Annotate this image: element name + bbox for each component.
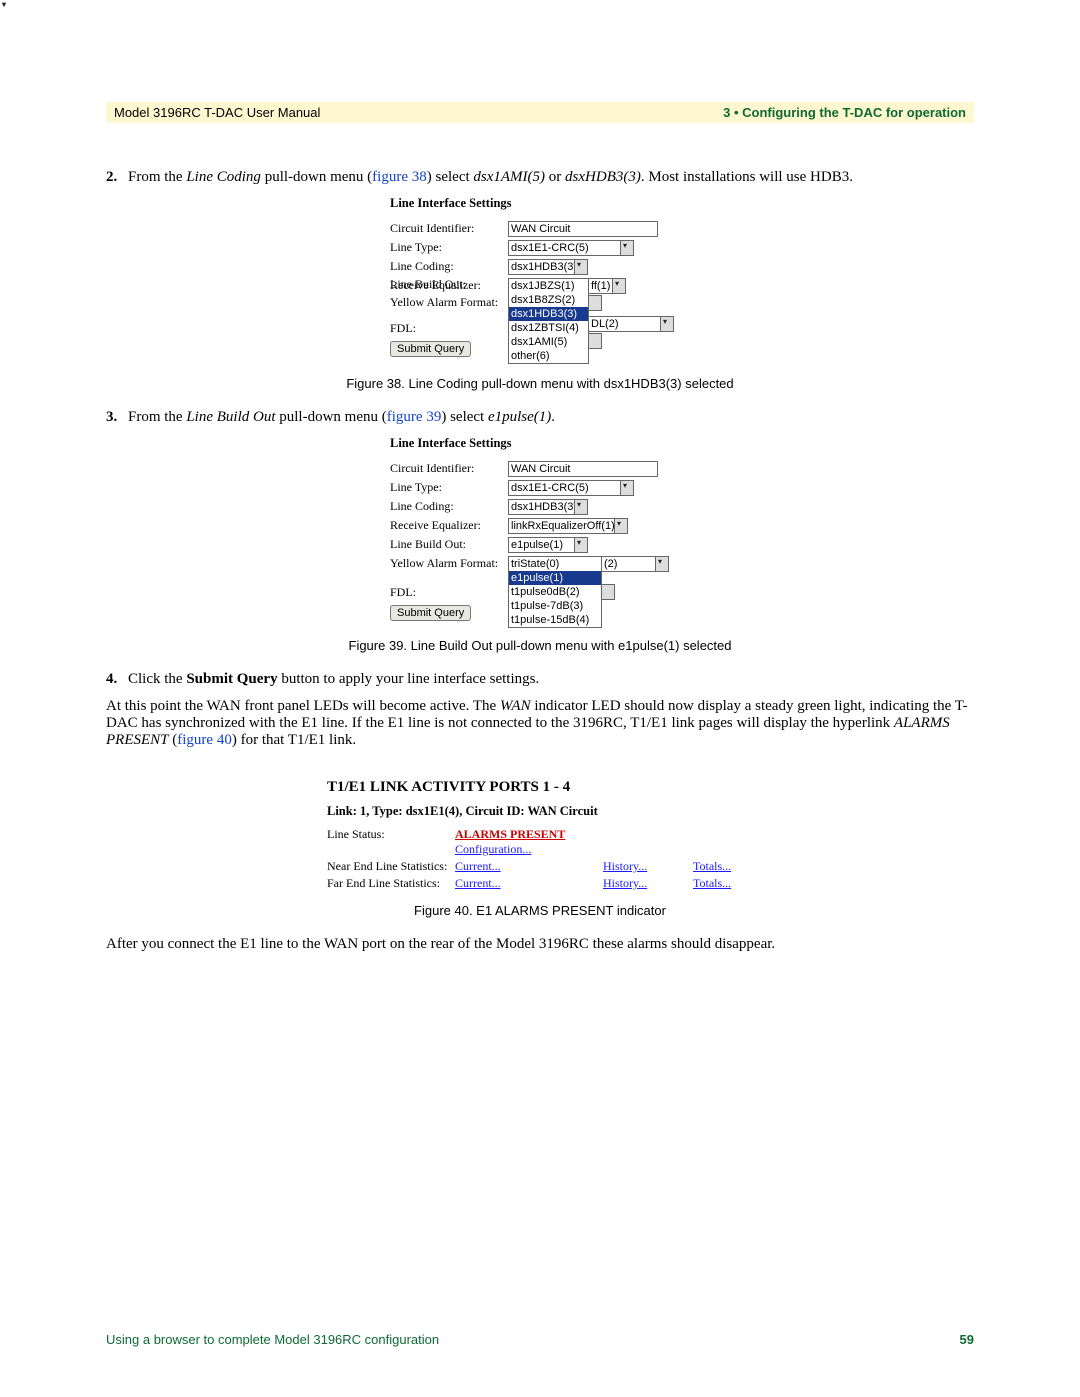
footer-left: Using a browser to complete Model 3196RC… <box>106 1332 439 1347</box>
body-paragraph: At this point the WAN front panel LEDs w… <box>106 698 974 749</box>
panel-title: Line Interface Settings <box>390 436 690 451</box>
chevron-down-icon[interactable] <box>620 240 634 256</box>
chevron-down-icon[interactable] <box>574 259 588 275</box>
header-right: 3 • Configuring the T-DAC for operation <box>723 105 966 120</box>
receive-eq-select[interactable]: linkRxEqualizerOff(1) <box>508 518 628 534</box>
circuit-id-field[interactable]: WAN Circuit <box>508 461 658 477</box>
page-number: 59 <box>960 1332 974 1347</box>
chevron-down-icon[interactable] <box>574 537 588 553</box>
step-number: 4. <box>106 671 128 688</box>
history-link[interactable]: History... <box>603 859 647 873</box>
step-4: 4. Click the Submit Query button to appl… <box>106 671 974 688</box>
body-paragraph: After you connect the E1 line to the WAN… <box>106 936 974 953</box>
page-header: Model 3196RC T-DAC User Manual 3 • Confi… <box>106 102 974 123</box>
figure-39-caption: Figure 39. Line Build Out pull-down menu… <box>106 638 974 653</box>
step-text: From the Line Build Out pull-down menu (… <box>128 409 555 426</box>
figure-link-39[interactable]: figure 39 <box>387 409 442 425</box>
step-number: 3. <box>106 409 128 426</box>
submit-query-button[interactable]: Submit Query <box>390 341 471 357</box>
alarms-present-link[interactable]: ALARMS PRESENT <box>455 827 565 841</box>
figure-38-panel: Line Interface Settings Circuit Identifi… <box>390 196 690 438</box>
link-activity-heading: T1/E1 LINK ACTIVITY PORTS 1 - 4 <box>327 779 753 796</box>
figure-40-panel: T1/E1 LINK ACTIVITY PORTS 1 - 4 Link: 1,… <box>327 759 753 893</box>
figure-39-panel: Line Interface Settings Circuit Identifi… <box>390 436 690 668</box>
current-link[interactable]: Current... <box>455 859 501 873</box>
link-activity-sub: Link: 1, Type: dsx1E1(4), Circuit ID: WA… <box>327 804 753 819</box>
chevron-down-icon[interactable] <box>614 518 628 534</box>
figure-link-40[interactable]: figure 40 <box>177 732 232 748</box>
chevron-down-icon[interactable] <box>574 499 588 515</box>
line-type-select[interactable]: dsx1E1-CRC(5) <box>508 480 634 496</box>
figure-40-caption: Figure 40. E1 ALARMS PRESENT indicator <box>106 903 974 918</box>
step-number: 2. <box>106 169 128 186</box>
panel-title: Line Interface Settings <box>390 196 690 211</box>
page-footer: Using a browser to complete Model 3196RC… <box>106 1332 974 1347</box>
header-left: Model 3196RC T-DAC User Manual <box>114 105 320 120</box>
chevron-down-icon[interactable] <box>655 556 669 572</box>
history-link[interactable]: History... <box>603 876 647 890</box>
current-link[interactable]: Current... <box>455 876 501 890</box>
chevron-down-icon[interactable] <box>620 480 634 496</box>
figure-38-caption: Figure 38. Line Coding pull-down menu wi… <box>106 376 974 391</box>
totals-link[interactable]: Totals... <box>693 859 731 873</box>
step-2: 2. From the Line Coding pull-down menu (… <box>106 169 974 186</box>
figure-link-38[interactable]: figure 38 <box>372 169 427 185</box>
configuration-link[interactable]: Configuration... <box>455 842 531 856</box>
submit-query-button[interactable]: Submit Query <box>390 605 471 621</box>
step-text: Click the Submit Query button to apply y… <box>128 671 539 688</box>
circuit-id-field[interactable]: WAN Circuit <box>508 221 658 237</box>
step-text: From the Line Coding pull-down menu (fig… <box>128 169 853 186</box>
totals-link[interactable]: Totals... <box>693 876 731 890</box>
step-3: 3. From the Line Build Out pull-down men… <box>106 409 974 426</box>
line-type-select[interactable]: dsx1E1-CRC(5) <box>508 240 634 256</box>
